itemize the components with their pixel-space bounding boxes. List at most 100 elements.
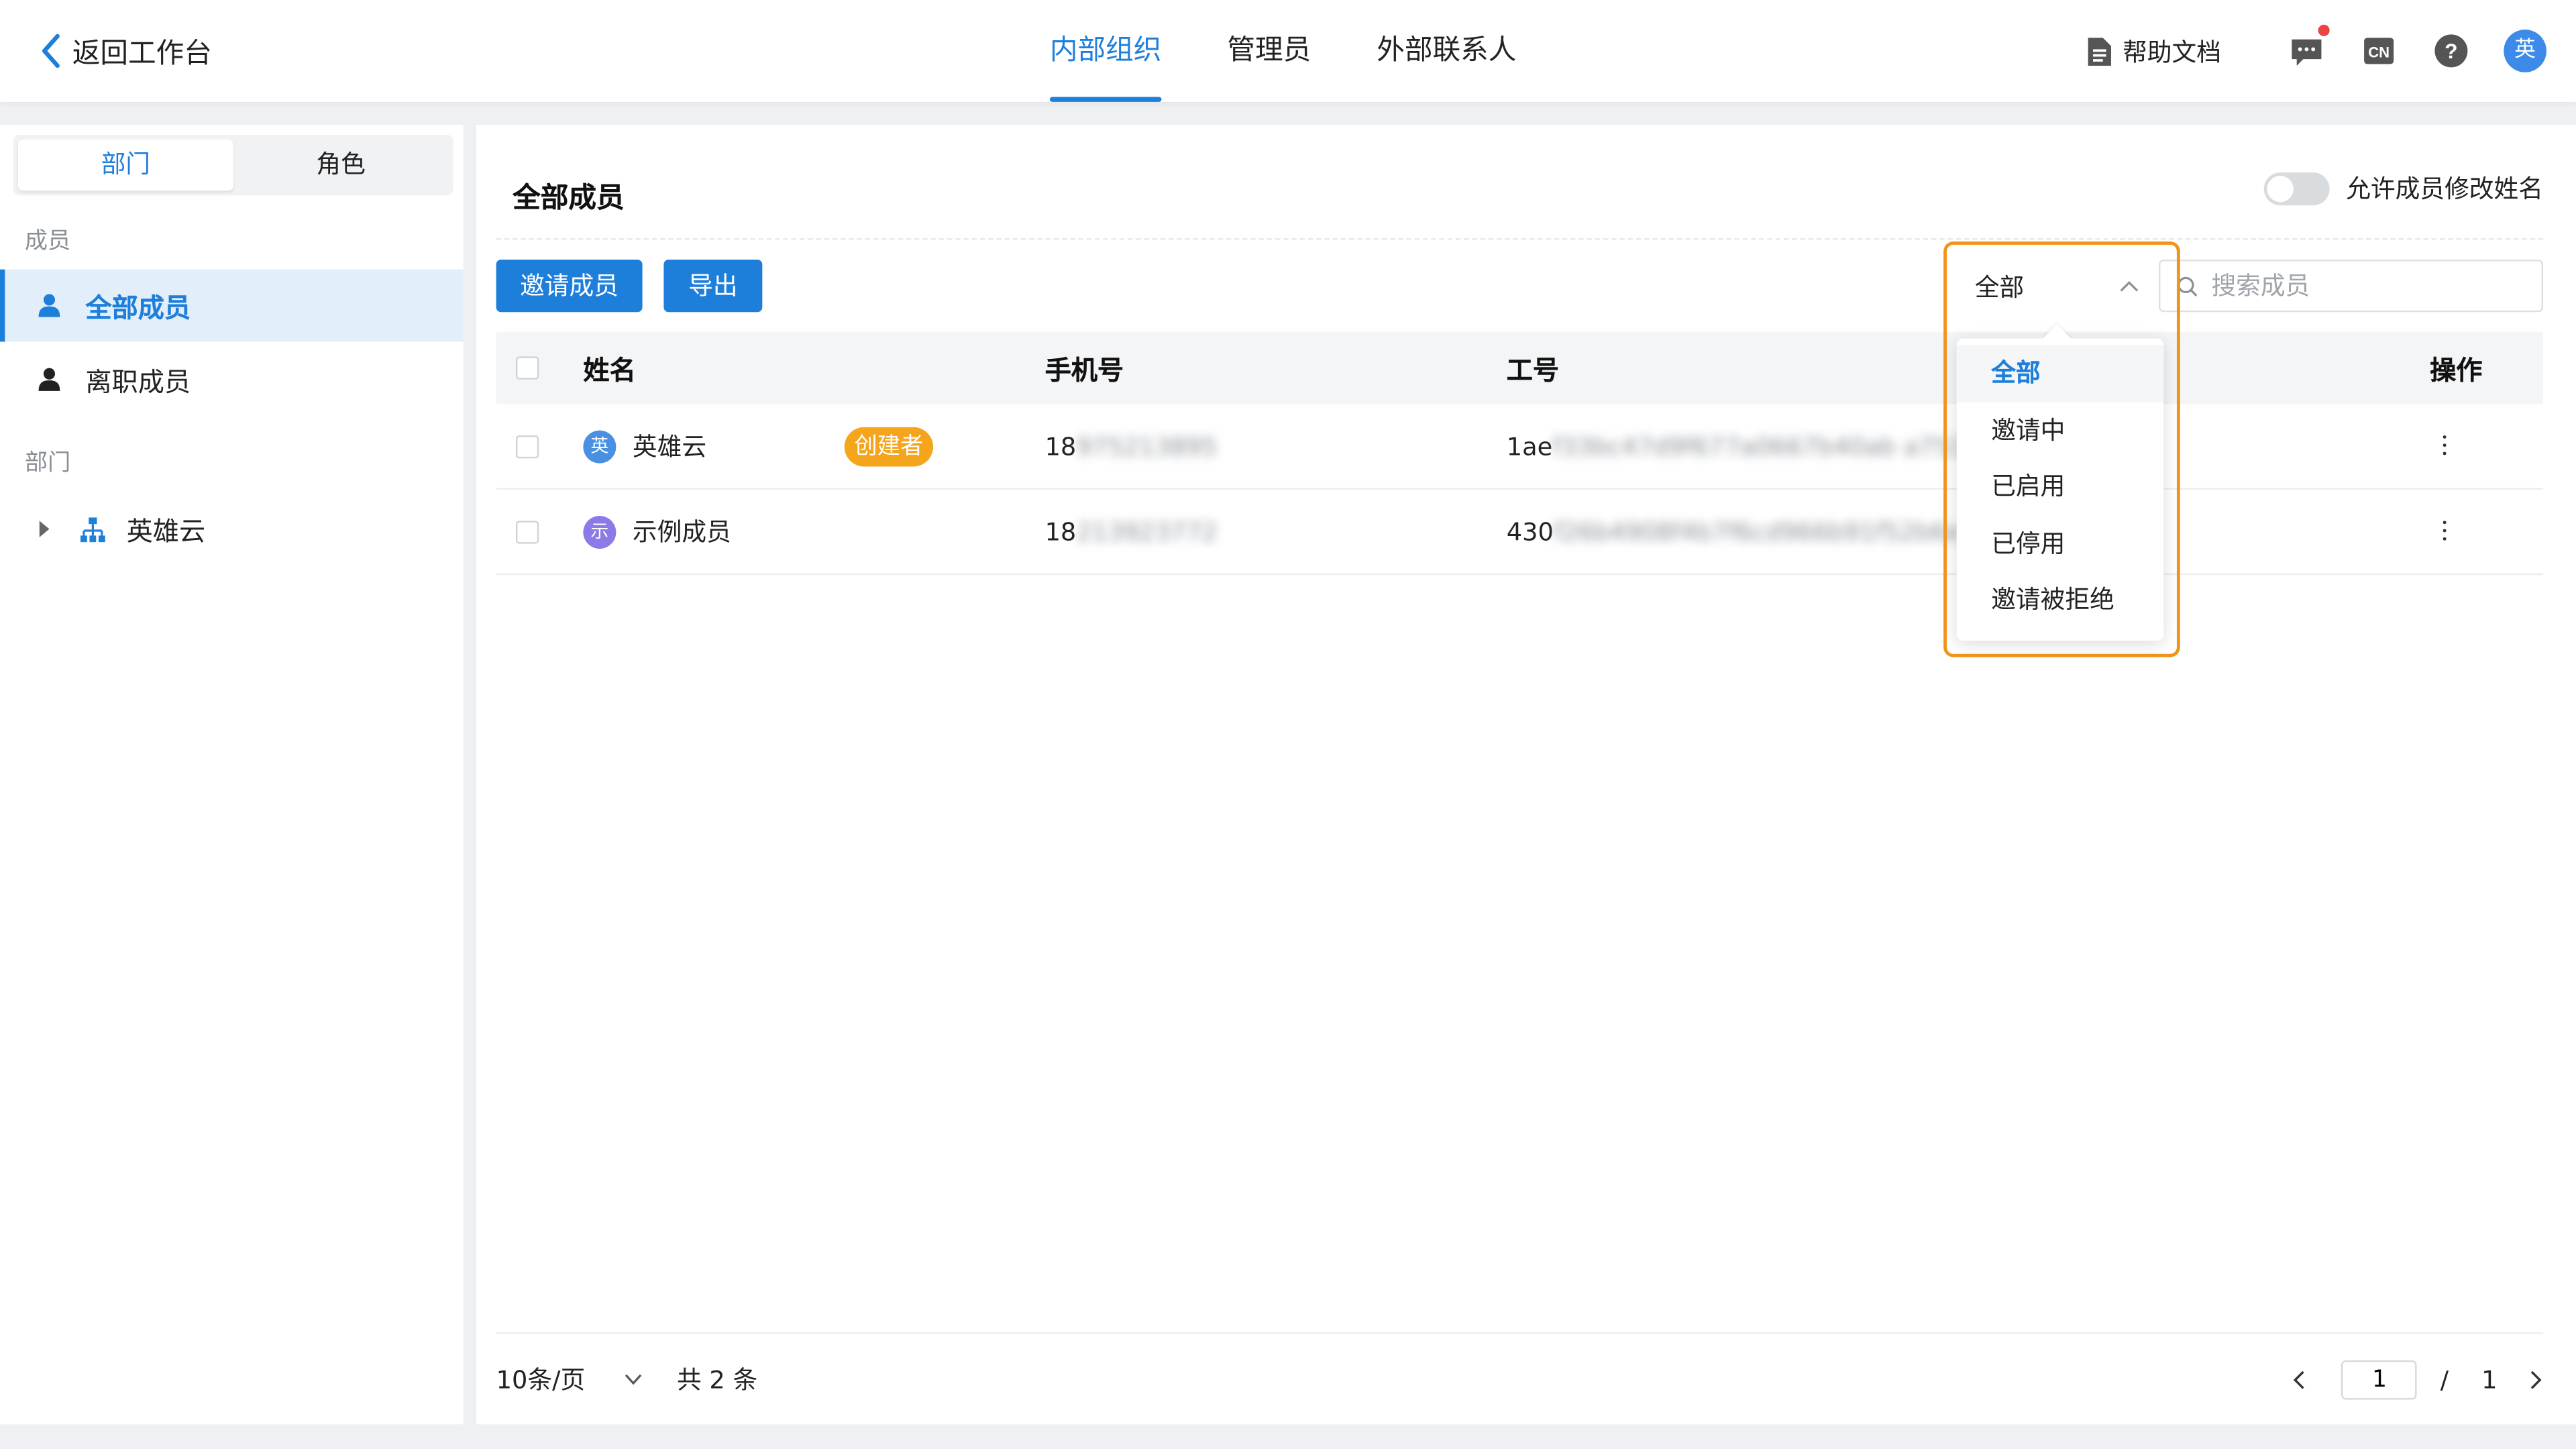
status-filter-value: 全部 <box>1974 272 2025 302</box>
id-prefix: 430 <box>1506 517 1554 547</box>
department-name: 英雄云 <box>126 515 206 547</box>
id-hidden: f26b4908f4b7f6cd966b91f52b6e <box>1553 517 1962 547</box>
help-docs-label: 帮助文档 <box>2123 37 2222 67</box>
back-label: 返回工作台 <box>72 38 212 71</box>
status-option-invite-rejected[interactable]: 邀请被拒绝 <box>1957 572 2164 628</box>
member-avatar: 英 <box>583 429 616 463</box>
document-icon <box>2088 37 2111 65</box>
export-button[interactable]: 导出 <box>663 259 763 313</box>
chevron-left-icon <box>42 33 60 67</box>
main-panel: 全部成员 允许成员修改姓名 邀请成员 导出 姓名 手机号 工号 操作 英 英雄云… <box>476 125 2576 1425</box>
status-filter-select[interactable]: 全部 <box>1955 255 2159 317</box>
employee-id-cell: 1aef33bc47d9f677a0667b40ab a7511 <box>1507 431 1982 461</box>
user-avatar[interactable]: 英 <box>2504 30 2546 72</box>
status-dropdown-menu: 全部 邀请中 已启用 已停用 邀请被拒绝 <box>1956 338 2164 641</box>
page-number-input[interactable] <box>2341 1360 2418 1400</box>
sidebar-item-all-members[interactable]: 全部成员 <box>0 269 464 342</box>
member-name: 示例成员 <box>632 517 731 547</box>
main-nav-tabs: 内部组织 管理员 外部联系人 <box>1049 0 1582 102</box>
members-section-label: 成员 <box>24 228 71 255</box>
top-header: 返回工作台 内部组织 管理员 外部联系人 帮助文档 CN ? 英 <box>0 0 2576 102</box>
chevron-up-icon <box>2120 280 2139 292</box>
phone-prefix: 18 <box>1044 517 1077 547</box>
tab-internal-org[interactable]: 内部组织 <box>1049 0 1162 102</box>
phone-cell: 18975213895 <box>1045 431 1218 461</box>
select-all-checkbox[interactable] <box>515 356 539 380</box>
expand-caret-icon[interactable] <box>39 521 50 537</box>
help-docs-link[interactable]: 帮助文档 <box>2086 34 2221 68</box>
more-actions-icon[interactable] <box>2441 434 2448 458</box>
status-option-enabled[interactable]: 已启用 <box>1957 458 2164 515</box>
toggle-knob <box>2267 174 2294 202</box>
member-name: 英雄云 <box>632 432 707 462</box>
member-name-cell: 英 英雄云 <box>583 429 706 463</box>
table-row[interactable]: 示 示例成员 18213923772 430f26b4908f4b7f6cd96… <box>496 490 2544 576</box>
column-name: 姓名 <box>583 354 636 386</box>
creator-badge: 创建者 <box>844 426 934 466</box>
page-title: 全部成员 <box>513 182 625 215</box>
search-box <box>2158 259 2544 313</box>
status-option-inviting[interactable]: 邀请中 <box>1957 402 2164 458</box>
phone-prefix: 18 <box>1044 431 1077 461</box>
table-header: 姓名 手机号 工号 操作 <box>496 331 2544 405</box>
svg-text:?: ? <box>2445 39 2457 63</box>
header-actions: 帮助文档 CN ? 英 <box>2086 24 2546 75</box>
total-count: 共 2 条 <box>676 1365 758 1395</box>
row-checkbox[interactable] <box>515 520 539 543</box>
tab-admins[interactable]: 管理员 <box>1227 0 1311 102</box>
sidebar: 部门 角色 成员 全部成员 离职成员 部门 英雄云 <box>0 125 464 1425</box>
page-size-select[interactable]: 10条/页 <box>496 1362 643 1396</box>
chevron-left-icon[interactable] <box>2292 1370 2306 1389</box>
search-input[interactable] <box>2211 271 2508 301</box>
message-icon <box>2292 39 2322 66</box>
department-section-label: 部门 <box>24 450 71 477</box>
divider <box>496 238 2544 240</box>
search-icon <box>2178 276 2198 296</box>
help-button[interactable]: ? <box>2432 32 2471 71</box>
user-icon <box>38 368 60 391</box>
id-hidden: f33bc47d9f677a0667b40ab a7511 <box>1552 431 1982 461</box>
department-tree-root[interactable]: 英雄云 <box>0 493 464 566</box>
phone-cell: 18213923772 <box>1045 517 1218 546</box>
notification-dot <box>2318 24 2330 36</box>
column-employee-id: 工号 <box>1506 354 1560 386</box>
column-actions: 操作 <box>2430 354 2483 386</box>
allow-rename-label: 允许成员修改姓名 <box>2346 174 2544 204</box>
segment-department[interactable]: 部门 <box>17 140 233 191</box>
column-phone: 手机号 <box>1044 354 1124 386</box>
message-button[interactable] <box>2287 24 2330 71</box>
tab-external-contacts[interactable]: 外部联系人 <box>1377 0 1516 102</box>
sidebar-item-label: 全部成员 <box>85 292 191 324</box>
footer-divider <box>496 1332 2544 1334</box>
phone-hidden: 213923772 <box>1076 517 1218 547</box>
total-pages: 1 <box>2481 1365 2498 1395</box>
page-size-value: 10条/页 <box>496 1365 586 1395</box>
table-row[interactable]: 英 英雄云 创建者 18975213895 1aef33bc47d9f677a0… <box>496 404 2544 490</box>
chevron-right-icon[interactable] <box>2530 1370 2543 1389</box>
row-checkbox[interactable] <box>515 434 539 458</box>
help-icon: ? <box>2434 34 2468 68</box>
back-to-workbench-button[interactable]: 返回工作台 <box>36 30 212 70</box>
chevron-down-icon <box>625 1374 642 1385</box>
sidebar-item-label: 离职成员 <box>85 366 191 398</box>
more-actions-icon[interactable] <box>2441 520 2448 543</box>
language-button[interactable]: CN <box>2359 32 2399 71</box>
employee-id-cell: 430f26b4908f4b7f6cd966b91f52b6e <box>1507 517 1962 546</box>
id-prefix: 1ae <box>1506 431 1553 461</box>
user-icon <box>38 294 60 317</box>
phone-hidden: 975213895 <box>1076 431 1218 461</box>
member-name-cell: 示 示例成员 <box>583 515 731 549</box>
language-cn-icon: CN <box>2364 38 2394 64</box>
invite-member-button[interactable]: 邀请成员 <box>496 259 643 313</box>
segment-role[interactable]: 角色 <box>233 140 449 191</box>
page-separator: / <box>2440 1365 2449 1395</box>
svg-text:CN: CN <box>2368 44 2390 61</box>
allow-rename-toggle[interactable] <box>2263 171 2330 205</box>
status-option-all[interactable]: 全部 <box>1956 345 2164 402</box>
member-avatar: 示 <box>583 515 616 548</box>
status-option-disabled[interactable]: 已停用 <box>1957 515 2164 572</box>
allow-rename-setting: 允许成员修改姓名 <box>2263 171 2544 205</box>
pagination: / 1 <box>2292 1360 2543 1400</box>
sidebar-item-departed-members[interactable]: 离职成员 <box>0 343 464 416</box>
org-chart-icon <box>80 517 105 541</box>
